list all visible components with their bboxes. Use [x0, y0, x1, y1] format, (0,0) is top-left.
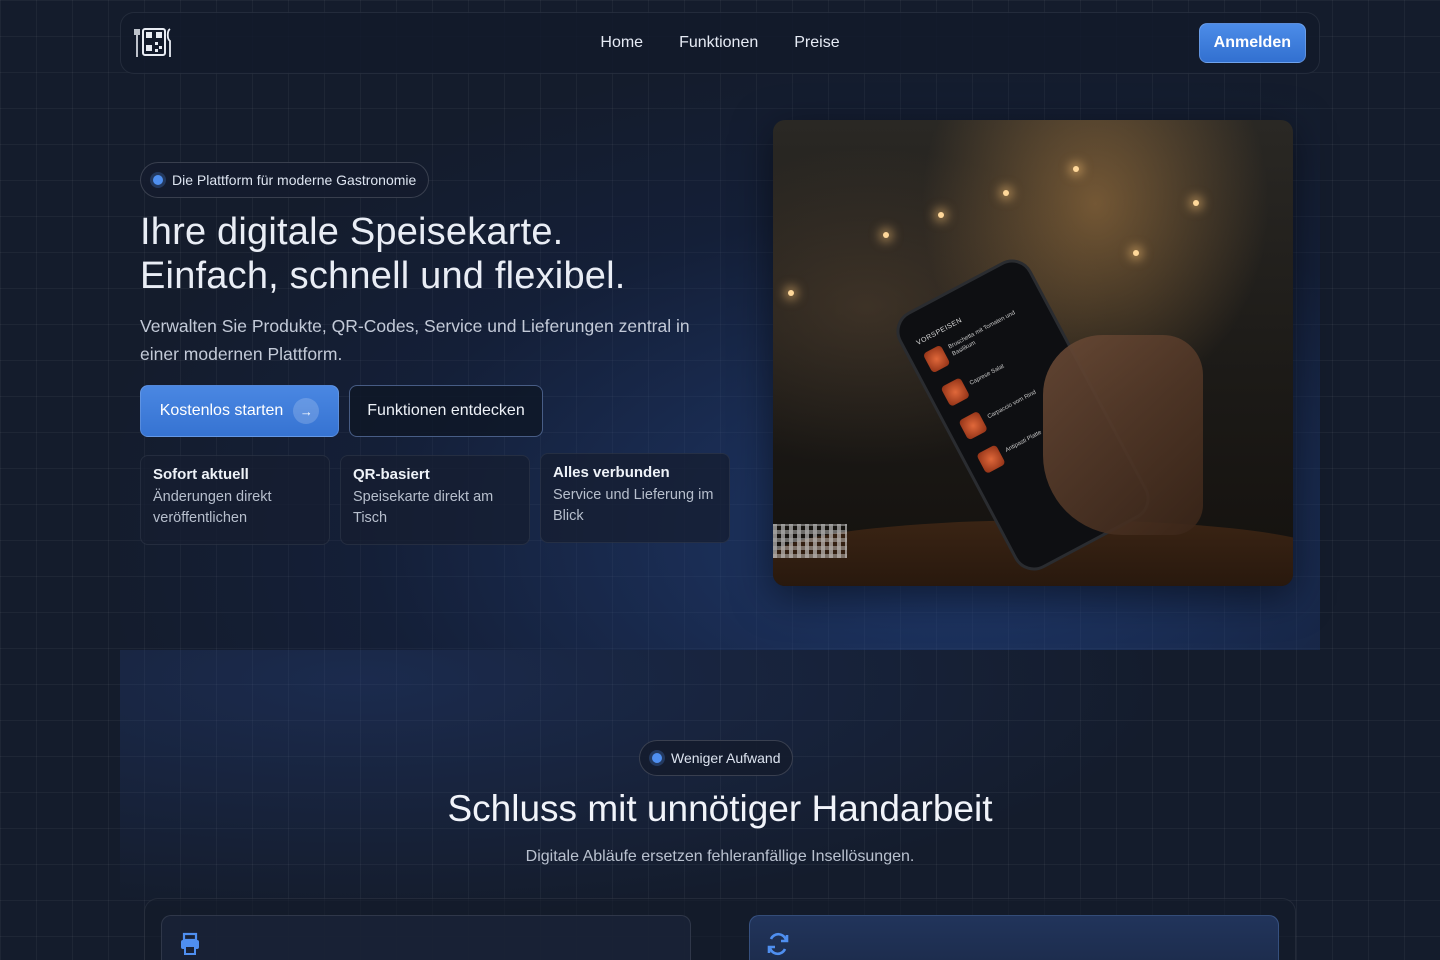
feature-card-instant: Sofort aktuell Änderungen direkt veröffe… — [140, 455, 330, 545]
qr-menu-logo-icon[interactable] — [134, 25, 174, 61]
phone-menu-item-name: Caprese Salat — [968, 363, 1006, 387]
dish-thumbnail — [976, 444, 1006, 475]
ceiling-light — [788, 290, 794, 296]
top-navbar: Home Funktionen Preise Anmelden — [120, 12, 1320, 74]
feature-title: Sofort aktuell — [153, 466, 249, 483]
feature-desc: Speisekarte direkt am Tisch — [353, 489, 494, 526]
ceiling-light — [1003, 190, 1009, 196]
hero-title-line2: Einfach, schnell und flexibel. — [140, 255, 626, 297]
badge-dot-icon — [153, 175, 163, 185]
hand — [1043, 335, 1203, 535]
ceiling-light — [883, 232, 889, 238]
login-button[interactable]: Anmelden — [1198, 23, 1306, 63]
start-free-label: Kostenlos starten — [159, 402, 284, 419]
section-badge-label: Weniger Aufwand — [671, 750, 781, 766]
arrow-right-icon: → — [293, 398, 320, 424]
section-subtitle: Digitale Abläufe ersetzen fehleranfällig… — [525, 848, 915, 865]
nav-link-funktionen[interactable]: Funktionen — [679, 34, 758, 52]
section-badge: Weniger Aufwand — [639, 740, 794, 776]
ceiling-light — [1133, 250, 1139, 256]
phone-menu-item-name: Antipasti Platte — [1004, 429, 1043, 454]
feature-desc: Änderungen direkt veröffentlichen — [153, 489, 272, 526]
start-free-button[interactable]: Kostenlos starten → — [140, 385, 339, 437]
qr-code-sticker — [773, 524, 847, 558]
manual-process-card — [161, 915, 691, 960]
main-menu: Home Funktionen Preise — [600, 34, 839, 52]
feature-desc: Service und Lieferung im Blick — [553, 487, 714, 524]
dish-thumbnail — [958, 410, 989, 441]
hero-badge: Die Plattform für moderne Gastronomie — [140, 162, 430, 198]
hero-title: Ihre digitale Speisekarte. Einfach, schn… — [140, 210, 626, 298]
ceiling-light — [1193, 200, 1199, 206]
restaurant-phone-menu-photo: VORSPEISEN Bruschetta mit Tomaten und Ba… — [773, 120, 1293, 586]
dish-thumbnail — [940, 377, 971, 407]
sync-icon — [767, 932, 789, 956]
dish-thumbnail — [922, 344, 951, 374]
printer-icon — [181, 932, 199, 955]
ceiling-light — [938, 212, 944, 218]
feature-title: QR-basiert — [353, 466, 430, 483]
ceiling-light — [1073, 166, 1079, 172]
digital-process-card — [749, 915, 1279, 960]
nav-link-preise[interactable]: Preise — [794, 34, 839, 52]
feature-card-connected: Alles verbunden Service und Lieferung im… — [540, 453, 730, 543]
phone-menu-item-name: Carpaccio vom Rind — [986, 389, 1038, 421]
badge-dot-icon — [652, 753, 662, 763]
hero-title-line1: Ihre digitale Speisekarte. — [140, 211, 564, 253]
discover-features-button[interactable]: Funktionen entdecken — [349, 385, 543, 437]
section-title: Schluss mit unnötiger Handarbeit — [447, 788, 993, 829]
feature-card-qr: QR-basiert Speisekarte direkt am Tisch — [340, 455, 530, 545]
nav-link-home[interactable]: Home — [600, 34, 643, 52]
hero-subtitle: Verwalten Sie Produkte, QR-Codes, Servic… — [140, 316, 690, 364]
feature-title: Alles verbunden — [553, 464, 670, 481]
hero-badge-label: Die Plattform für moderne Gastronomie — [172, 172, 417, 188]
